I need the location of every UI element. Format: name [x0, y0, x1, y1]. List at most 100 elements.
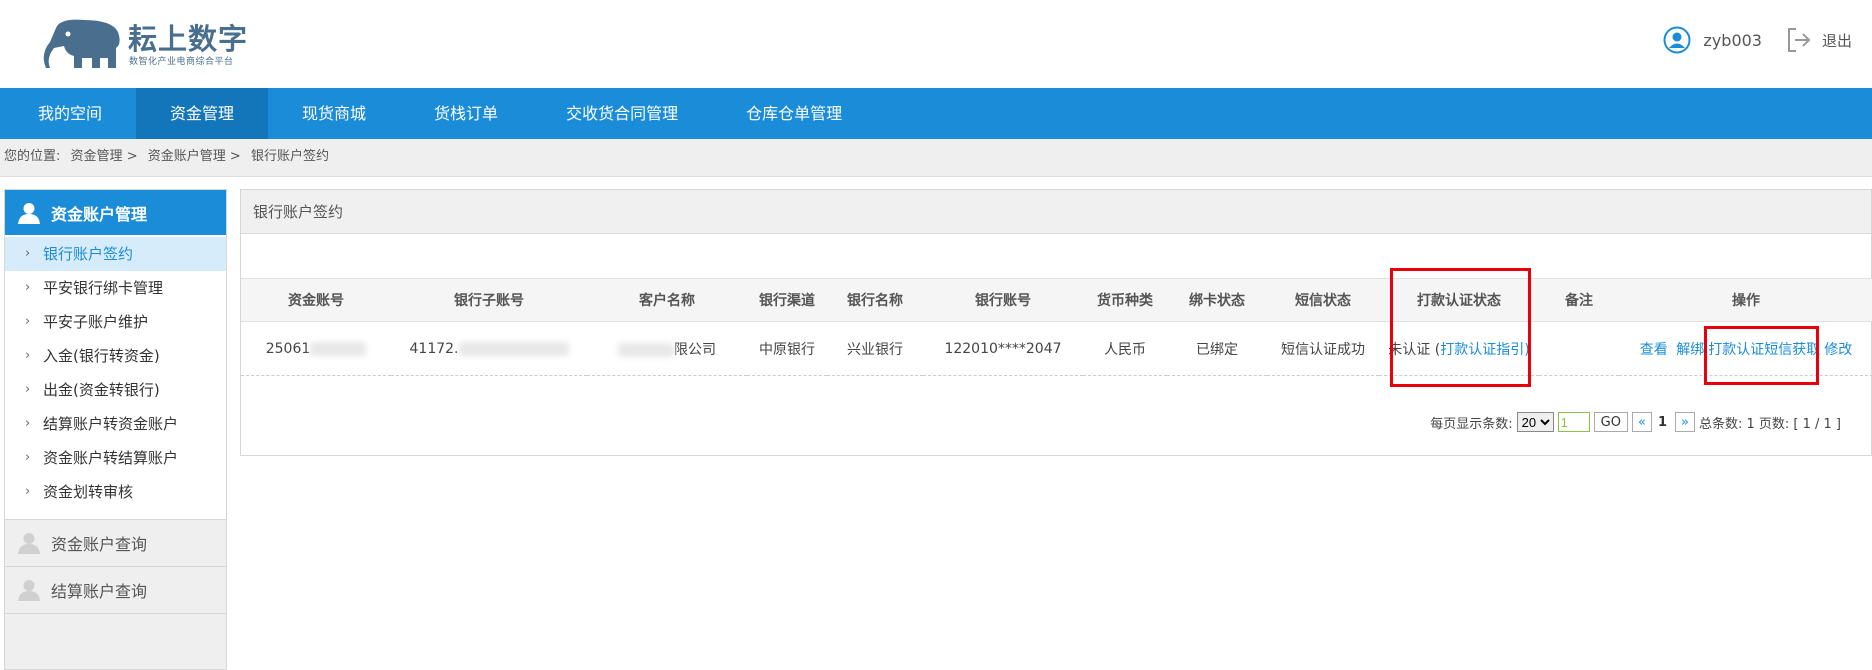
- currency-cell: 人民币: [1083, 321, 1167, 376]
- sidebar-item-label: 银行账户签约: [43, 245, 134, 263]
- auth-status-suffix: ): [1524, 341, 1530, 358]
- sidebar-item-pingan-subaccount[interactable]: › 平安子账户维护: [5, 305, 226, 339]
- page-input[interactable]: [1557, 412, 1590, 432]
- auth-guide-link[interactable]: 打款认证指引: [1440, 342, 1524, 358]
- sidebar-item-label: 平安子账户维护: [43, 313, 149, 331]
- sidebar-group-fund-query[interactable]: 资金账户查询: [5, 520, 226, 567]
- column-header: 打款认证状态: [1379, 278, 1539, 322]
- per-page-select[interactable]: 20: [1516, 412, 1554, 432]
- chevron-right-icon: ›: [25, 246, 31, 261]
- user-icon: [18, 202, 40, 224]
- unbind-link[interactable]: 解绑: [1676, 342, 1704, 358]
- chevron-right-icon: ›: [25, 348, 31, 363]
- breadcrumb-item[interactable]: 资金管理: [71, 149, 123, 164]
- pagination: 每页显示条数: 20 GO « 1 » 总条数: 1 页数: [ 1 / 1 ]: [1430, 412, 1841, 432]
- column-header: 银行名称: [827, 278, 923, 322]
- sidebar-item-withdraw[interactable]: › 出金(资金转银行): [5, 373, 226, 407]
- card-status-cell: 已绑定: [1167, 321, 1267, 376]
- column-header: 客户名称: [587, 278, 747, 322]
- sms-status-cell: 短信认证成功: [1267, 321, 1379, 376]
- main-panel: 银行账户签约 资金账号 银行子账号 客户名称 银行渠道 银行名称 银行账号 货币…: [240, 189, 1872, 456]
- redacted-blur: [618, 342, 674, 357]
- edit-link[interactable]: 修改: [1824, 342, 1852, 358]
- redacted-blur: [310, 341, 367, 356]
- nav-item-delivery-contracts[interactable]: 交收货合同管理: [532, 88, 712, 139]
- channel-cell: 中原银行: [747, 321, 827, 376]
- user-avatar-icon[interactable]: [1663, 26, 1691, 54]
- nav-item-fund-management[interactable]: 资金管理: [136, 88, 269, 139]
- prev-page-button[interactable]: «: [1631, 412, 1652, 432]
- customer-name-cell: 限公司: [587, 321, 747, 376]
- sidebar-item-fund-to-settle[interactable]: › 资金账户转结算账户: [5, 441, 226, 475]
- column-header: 短信状态: [1267, 278, 1379, 322]
- nav-item-warehouse-orders[interactable]: 货栈订单: [400, 88, 532, 139]
- username[interactable]: zyb003: [1703, 31, 1762, 50]
- sidebar-item-bank-signing[interactable]: › 银行账户签约: [5, 237, 226, 271]
- per-page-label: 每页显示条数:: [1430, 416, 1513, 432]
- bank-account-table: 资金账号 银行子账号 客户名称 银行渠道 银行名称 银行账号 货币种类 绑卡状态…: [241, 278, 1872, 376]
- sidebar-item-transfer-review[interactable]: › 资金划转审核: [5, 475, 226, 509]
- sidebar-group-label: 资金账户查询: [51, 535, 148, 554]
- elephant-logo-icon: [43, 19, 120, 68]
- column-header: 货币种类: [1083, 278, 1167, 322]
- main-nav: 我的空间 资金管理 现货商城 货栈订单 交收货合同管理 仓库仓单管理: [0, 88, 1872, 139]
- breadcrumb-prefix: 您的位置:: [4, 149, 61, 164]
- logout-link[interactable]: 退出: [1822, 30, 1852, 51]
- sidebar-item-label: 入金(银行转资金): [43, 347, 160, 365]
- sidebar-group-settle-query[interactable]: 结算账户查询: [5, 567, 226, 614]
- column-header: 绑卡状态: [1167, 278, 1267, 322]
- breadcrumb: 您的位置: 资金管理 > 资金账户管理 > 银行账户签约: [0, 139, 1872, 177]
- nav-item-my-space[interactable]: 我的空间: [0, 88, 136, 139]
- table-header-row: 资金账号 银行子账号 客户名称 银行渠道 银行名称 银行账号 货币种类 绑卡状态…: [241, 278, 1872, 322]
- table-row: 25061 41172. 限公司 中原银行 兴业银行 122010****204…: [241, 321, 1872, 376]
- panel-title: 银行账户签约: [241, 190, 1871, 234]
- logout-icon[interactable]: [1786, 26, 1812, 54]
- sub-account-value: 41172.: [409, 340, 459, 357]
- auth-status-cell: 未认证 (打款认证指引): [1379, 321, 1539, 376]
- user-icon: [18, 533, 40, 554]
- breadcrumb-item[interactable]: 资金账户管理: [148, 149, 226, 164]
- logo-subtitle: 数智化产业电商综合平台: [129, 57, 234, 67]
- column-header: 银行渠道: [747, 278, 827, 322]
- chevron-right-icon: ›: [25, 314, 31, 329]
- nav-item-warehouse-receipts[interactable]: 仓库仓单管理: [712, 88, 876, 139]
- fund-account-value: 25061: [265, 340, 311, 357]
- bank-account-cell: 122010****2047: [923, 321, 1083, 376]
- chevron-right-icon: ›: [25, 280, 31, 295]
- breadcrumb-separator: >: [126, 149, 138, 164]
- get-auth-sms-link[interactable]: 打款认证短信获取: [1708, 342, 1820, 358]
- user-area: zyb003 退出: [1663, 24, 1852, 56]
- fund-account-cell: 25061: [241, 321, 391, 376]
- sidebar-item-settle-to-fund[interactable]: › 结算账户转资金账户: [5, 407, 226, 441]
- breadcrumb-separator: >: [229, 149, 241, 164]
- go-button[interactable]: GO: [1593, 412, 1628, 432]
- bank-name-cell: 兴业银行: [827, 321, 923, 376]
- logo[interactable]: 耘上数字 数智化产业电商综合平台: [42, 14, 252, 74]
- sidebar-list: › 银行账户签约 › 平安银行绑卡管理 › 平安子账户维护 › 入金(银行转资金) › 出…: [5, 235, 226, 520]
- top-header: 耘上数字 数智化产业电商综合平台 zyb003 退出: [0, 0, 1872, 88]
- breadcrumb-current: 银行账户签约: [250, 149, 329, 164]
- logo-title: 耘上数字: [128, 22, 249, 56]
- nav-item-spot-mall[interactable]: 现货商城: [268, 88, 400, 139]
- sidebar-item-label: 出金(资金转银行): [43, 381, 160, 399]
- chevron-right-icon: ›: [25, 450, 31, 465]
- sub-account-cell: 41172.: [391, 321, 587, 376]
- redacted-blur: [458, 341, 569, 356]
- column-header: 银行账号: [923, 278, 1083, 322]
- view-link[interactable]: 查看: [1640, 342, 1668, 358]
- next-page-button[interactable]: »: [1675, 412, 1695, 432]
- sidebar-item-deposit[interactable]: › 入金(银行转资金): [5, 339, 226, 373]
- chevron-right-icon: ›: [25, 382, 31, 397]
- chevron-right-icon: ›: [25, 484, 31, 499]
- sidebar-group-label: 结算账户查询: [51, 582, 148, 601]
- sidebar-item-pingan-card[interactable]: › 平安银行绑卡管理: [5, 271, 226, 305]
- sidebar-header-label: 资金账户管理: [51, 204, 148, 224]
- user-icon: [18, 580, 40, 601]
- sidebar-header[interactable]: 资金账户管理: [5, 190, 226, 235]
- actions-cell: 查看 解绑 打款认证短信获取 修改: [1619, 321, 1872, 376]
- remark-cell: [1539, 321, 1619, 376]
- chevron-right-icon: ›: [25, 416, 31, 431]
- current-page: 1: [1657, 414, 1667, 430]
- sidebar-item-label: 结算账户转资金账户: [43, 415, 179, 433]
- sidebar-item-label: 资金划转审核: [43, 483, 134, 501]
